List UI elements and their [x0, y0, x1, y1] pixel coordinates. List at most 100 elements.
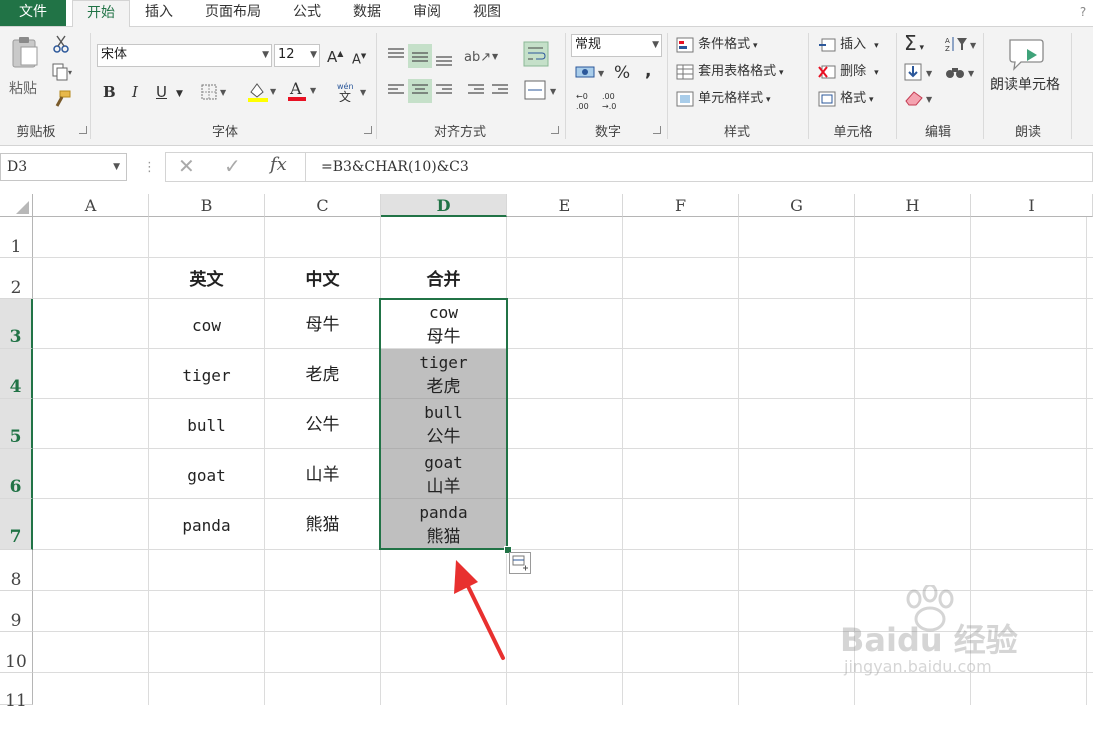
help-icon[interactable]: ?: [1076, 0, 1090, 26]
cell-styles-button[interactable]: 单元格样式 ▾: [676, 89, 771, 110]
svg-text:▼: ▼: [360, 88, 367, 97]
tab-data[interactable]: 数据: [340, 0, 394, 26]
format-as-table-button[interactable]: 套用表格格式 ▾: [676, 62, 784, 83]
number-launcher-icon[interactable]: [653, 126, 661, 134]
row-header-6[interactable]: 6: [0, 449, 33, 499]
font-size-select[interactable]: 12 ▼: [274, 44, 320, 67]
cell-styles-icon: [676, 91, 694, 106]
row-header-4[interactable]: 4: [0, 349, 33, 399]
cell-c4[interactable]: 老虎: [265, 349, 381, 399]
confirm-icon[interactable]: ✓: [224, 156, 241, 176]
fill-color-icon[interactable]: ▼: [246, 80, 280, 109]
decrease-decimal-icon[interactable]: .00 →.0: [601, 90, 623, 119]
tab-review[interactable]: 审阅: [400, 0, 454, 26]
cell-b7[interactable]: panda: [149, 499, 265, 550]
cell-b6[interactable]: goat: [149, 449, 265, 499]
copy-icon[interactable]: ▾: [52, 63, 74, 88]
select-all-corner[interactable]: [0, 194, 33, 217]
row-header-3[interactable]: 3: [0, 299, 33, 349]
phonetic-guide-icon[interactable]: wén 文 ▼: [336, 80, 370, 109]
cell-c3[interactable]: 母牛: [265, 299, 381, 349]
increase-decimal-icon[interactable]: ←0.00: [575, 90, 597, 119]
tab-home[interactable]: 开始: [72, 0, 130, 28]
format-painter-icon[interactable]: [52, 90, 72, 115]
shrink-font-icon[interactable]: A▼: [352, 46, 366, 70]
cut-icon[interactable]: [52, 35, 70, 60]
cell-c2[interactable]: 中文: [265, 258, 381, 299]
cells-group-label: 单元格: [833, 125, 873, 140]
cancel-icon[interactable]: ✕: [178, 156, 195, 176]
row-header-1[interactable]: 1: [0, 217, 33, 258]
chevron-down-icon: ▼: [262, 50, 269, 60]
delete-cells-label: 删除: [840, 64, 867, 79]
cell-d2[interactable]: 合并: [381, 258, 507, 299]
cell-c7[interactable]: 熊猫: [265, 499, 381, 550]
cell-b2[interactable]: 英文: [149, 258, 265, 299]
column-header-e[interactable]: E: [507, 194, 623, 217]
tab-file[interactable]: 文件: [0, 0, 66, 26]
cell-c5[interactable]: 公牛: [265, 399, 381, 449]
formula-input[interactable]: =B3&CHAR(10)&C3: [305, 152, 1093, 182]
font-name-select[interactable]: 宋体 ▼: [97, 44, 272, 67]
clipboard-launcher-icon[interactable]: [79, 126, 87, 134]
font-color-icon[interactable]: A ▼: [286, 78, 320, 109]
format-as-table-label: 套用表格格式: [698, 64, 777, 79]
conditional-formatting-button[interactable]: 条件格式 ▾: [676, 35, 758, 56]
merge-center-icon[interactable]: ▼: [524, 79, 560, 108]
delete-cells-button[interactable]: 删除 ▾: [818, 62, 879, 83]
borders-icon[interactable]: ▼: [200, 82, 230, 109]
number-format-select[interactable]: 常规 ▼: [571, 34, 662, 57]
column-header-h[interactable]: H: [855, 194, 971, 217]
row-header-5[interactable]: 5: [0, 399, 33, 449]
grow-font-icon[interactable]: A▲: [327, 44, 343, 67]
name-box[interactable]: D3 ▼: [0, 153, 127, 181]
clear-icon[interactable]: ▼: [904, 89, 938, 114]
fill-down-icon[interactable]: ▼: [904, 63, 938, 88]
column-header-b[interactable]: B: [149, 194, 265, 217]
bold-button[interactable]: B: [103, 82, 116, 102]
sort-filter-icon[interactable]: A Z ▼: [944, 35, 978, 60]
row-header-2[interactable]: 2: [0, 258, 33, 299]
watermark-url: jingyan.baidu.com: [844, 657, 992, 676]
row-header-9[interactable]: 9: [0, 591, 33, 632]
chevron-down-icon[interactable]: ▼: [176, 84, 183, 104]
insert-function-button[interactable]: fx: [270, 155, 287, 175]
svg-text:▼: ▼: [270, 87, 277, 96]
insert-cells-button[interactable]: 插入 ▾: [818, 35, 879, 56]
tab-view[interactable]: 视图: [460, 0, 514, 26]
watermark: Baidu 经验 jingyan.baidu.com: [840, 585, 1040, 685]
column-header-d[interactable]: D: [381, 194, 507, 217]
editing-group-label: 编辑: [924, 125, 951, 140]
paste-button[interactable]: 粘贴: [6, 33, 44, 103]
cell-b3[interactable]: cow: [149, 299, 265, 349]
accounting-format-icon[interactable]: ▼: [574, 63, 610, 90]
wrap-text-icon[interactable]: [523, 41, 549, 74]
format-cells-button[interactable]: 格式 ▾: [818, 89, 874, 110]
cell-b5[interactable]: bull: [149, 399, 265, 449]
read-cell-button[interactable]: 朗读单元格: [988, 35, 1066, 105]
read-cell-label: 朗读单元格: [990, 77, 1060, 93]
tab-insert[interactable]: 插入: [132, 0, 186, 26]
font-launcher-icon[interactable]: [364, 126, 372, 134]
italic-button[interactable]: I: [132, 82, 138, 102]
column-header-i[interactable]: I: [971, 194, 1093, 217]
row-header-10[interactable]: 10: [0, 632, 33, 673]
row-header-8[interactable]: 8: [0, 550, 33, 591]
underline-button[interactable]: U: [156, 82, 167, 102]
alignment-launcher-icon[interactable]: [551, 126, 559, 134]
comma-button[interactable]: ,: [645, 61, 651, 81]
cell-c6[interactable]: 山羊: [265, 449, 381, 499]
find-select-icon[interactable]: ▼: [944, 63, 978, 88]
tab-formulas[interactable]: 公式: [280, 0, 334, 26]
column-header-g[interactable]: G: [739, 194, 855, 217]
tab-page-layout[interactable]: 页面布局: [192, 0, 274, 26]
row-header-11[interactable]: 11: [0, 673, 33, 711]
cell-b4[interactable]: tiger: [149, 349, 265, 399]
column-header-c[interactable]: C: [265, 194, 381, 217]
column-header-f[interactable]: F: [623, 194, 739, 217]
svg-text:.00: .00: [602, 92, 615, 101]
autosum-icon[interactable]: Σ ▾: [904, 33, 924, 58]
percent-button[interactable]: %: [614, 63, 630, 83]
column-header-a[interactable]: A: [33, 194, 149, 217]
row-header-7[interactable]: 7: [0, 499, 33, 550]
